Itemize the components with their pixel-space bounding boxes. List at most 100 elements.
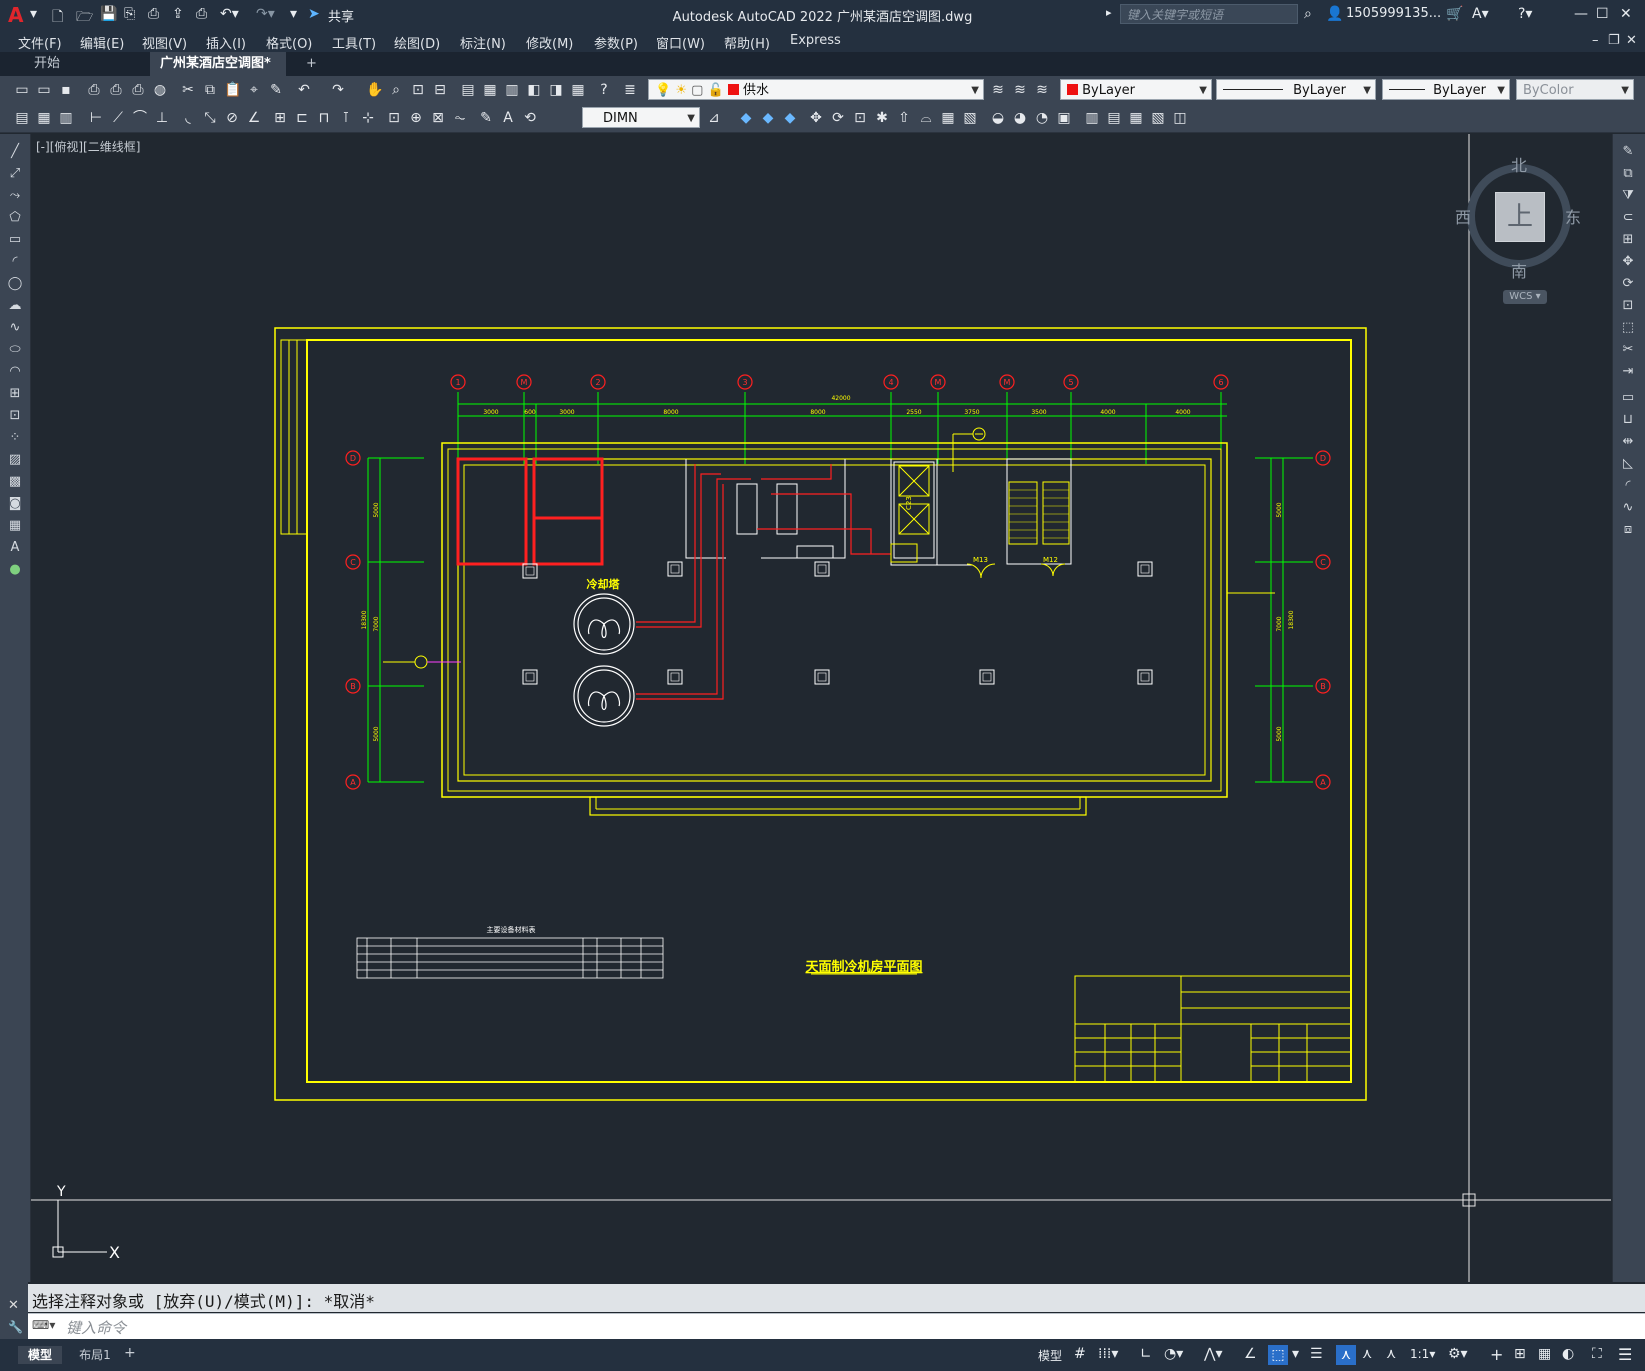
point-icon[interactable]: ⁘ (7, 430, 23, 446)
tolerance-icon[interactable]: ⊡ (386, 110, 402, 126)
polygon-icon[interactable]: ⬠ (7, 210, 23, 226)
isometric-icon[interactable]: ⋀▾ (1204, 1346, 1223, 1362)
layer-previous-icon[interactable]: ≋ (1012, 82, 1028, 98)
dimension-edit-icon[interactable]: ✎ (478, 110, 494, 126)
block-editor-icon[interactable]: ✎ (268, 82, 284, 98)
infer-constraints-icon[interactable]: ∟ (1140, 1346, 1152, 1362)
publish-icon[interactable]: ⎙ (130, 82, 146, 98)
rotate-3d-icon[interactable]: ⟳ (830, 110, 846, 126)
toolbar-help-icon[interactable]: ? (596, 82, 612, 98)
make-block-icon[interactable]: ⊡ (7, 408, 23, 424)
slice-icon[interactable]: ▧ (962, 110, 978, 126)
loft-icon[interactable]: ⌓ (918, 110, 934, 126)
section-plane-icon[interactable]: ▦ (940, 110, 956, 126)
offset-icon[interactable]: ⊂ (1620, 210, 1636, 226)
menu-express[interactable]: Express (790, 33, 841, 48)
space-dimension-icon[interactable]: ⊺ (338, 110, 354, 126)
calculator-icon[interactable]: ▦ (570, 82, 586, 98)
gizmo-icon[interactable]: ✱ (874, 110, 890, 126)
wcs-menu[interactable]: WCS ▾ (1503, 290, 1547, 304)
aligned-dimension-icon[interactable]: ⟋ (110, 110, 126, 126)
continue-dimension-icon[interactable]: ⊓ (316, 110, 332, 126)
command-settings-icon[interactable]: 🔧 (8, 1320, 23, 1334)
search-icon[interactable]: ⌕ (1304, 6, 1312, 22)
menu-view[interactable]: 视图(V) (142, 33, 187, 52)
ellipse-arc-icon[interactable]: ◠ (7, 364, 23, 380)
hatch-icon[interactable]: ▨ (7, 452, 23, 468)
isolate-objects-icon[interactable]: ◐ (1562, 1346, 1574, 1362)
dimension-style-dropdown[interactable]: DIMN ▼ (582, 107, 700, 128)
viewcube-south[interactable]: 南 (1511, 258, 1527, 282)
rectangle-icon[interactable]: ▭ (7, 232, 23, 248)
doc-close-icon[interactable]: ✕ (1626, 33, 1637, 48)
construction-line-icon[interactable]: ⤢ (7, 166, 23, 182)
osnap-dropdown-icon[interactable]: ▾ (1292, 1346, 1299, 1362)
join-icon[interactable]: ⇹ (1620, 434, 1636, 450)
fly-icon[interactable]: ▦ (1128, 110, 1144, 126)
units-icon[interactable]: ⊞ (1514, 1346, 1526, 1362)
command-close-icon[interactable]: ✕ (8, 1298, 19, 1313)
orbit-icon[interactable]: ◫ (1172, 110, 1188, 126)
jogged-linear-icon[interactable]: ⏦ (452, 110, 468, 126)
cart-icon[interactable]: 🛒 (1446, 6, 1463, 22)
scale-icon[interactable]: ⊡ (1620, 298, 1636, 314)
redo-toolbar-icon[interactable]: ↷ (330, 82, 346, 98)
undo-toolbar-icon[interactable]: ↶ (296, 82, 312, 98)
cut-icon[interactable]: ✂ (180, 82, 196, 98)
dimension-style-icon[interactable]: ⊿ (706, 110, 722, 126)
dimension-update-icon[interactable]: ⟲ (522, 110, 538, 126)
region-icon[interactable]: ◙ (7, 496, 23, 512)
command-prompt-icon[interactable]: ⌨▾ (32, 1318, 55, 1332)
zoom-window-icon[interactable]: ⊡ (410, 82, 426, 98)
blend-curves-icon[interactable]: ∿ (1620, 500, 1636, 516)
radius-dimension-icon[interactable]: ◟ (180, 110, 196, 126)
plotstyle-dropdown[interactable]: ByColor ▼ (1516, 79, 1634, 100)
gradient-icon[interactable]: ▩ (7, 474, 23, 490)
menu-help[interactable]: 帮助(H) (724, 33, 770, 52)
user-account[interactable]: 1505999135... (1346, 6, 1441, 21)
ordinate-dimension-icon[interactable]: ⊥ (154, 110, 170, 126)
autodesk-a360-icon[interactable]: A▾ (1472, 6, 1489, 22)
quick-properties-icon[interactable]: ▦ (1538, 1346, 1551, 1362)
pan-icon[interactable]: ✋ (366, 82, 383, 98)
table-icon[interactable]: ▦ (7, 518, 23, 534)
erase-icon[interactable]: ✎ (1620, 144, 1636, 160)
send-back-icon[interactable]: ▥ (58, 110, 74, 126)
search-expand-icon[interactable]: ▸ (1106, 6, 1112, 19)
viewcube-west[interactable]: 西 (1455, 204, 1471, 228)
draw-order-icon[interactable]: ▤ (14, 110, 30, 126)
tab-layout1[interactable]: 布局1 (70, 1346, 120, 1364)
arc-icon[interactable]: ◜ (7, 254, 23, 270)
linear-dimension-icon[interactable]: ⊢ (88, 110, 104, 126)
open-icon[interactable]: ▭ (36, 82, 52, 98)
menu-draw[interactable]: 绘图(D) (394, 33, 440, 52)
viewcube[interactable]: 上 北 南 东 西 (1455, 156, 1581, 281)
viewcube-north[interactable]: 北 (1511, 152, 1527, 176)
layer-properties-icon[interactable]: ≣ (622, 82, 638, 98)
break-dimension-icon[interactable]: ⊹ (360, 110, 376, 126)
doc-minimize-icon[interactable]: – (1592, 33, 1599, 48)
insert-block-icon[interactable]: ⊞ (7, 386, 23, 402)
quick-dimension-icon[interactable]: ⊞ (272, 110, 288, 126)
linetype-dropdown[interactable]: ByLayer ▼ (1216, 79, 1376, 100)
bring-front-icon[interactable]: ▦ (36, 110, 52, 126)
snap-icon[interactable]: ⁞⁞⁞▾ (1098, 1346, 1118, 1362)
render-icon[interactable]: ◒ (990, 110, 1006, 126)
explode-icon[interactable]: ⧈ (1620, 522, 1636, 538)
maximize-icon[interactable]: ☐ (1596, 6, 1609, 22)
scale-3d-icon[interactable]: ⊡ (852, 110, 868, 126)
jogged-dimension-icon[interactable]: ⤡ (202, 110, 218, 126)
annotation-scale-icon[interactable]: ⋏ (1386, 1346, 1396, 1362)
ellipse-icon[interactable]: ⬭ (7, 342, 23, 358)
rotate-icon[interactable]: ⟳ (1620, 276, 1636, 292)
markup-icon[interactable]: ◨ (548, 82, 564, 98)
make-current-layer-icon[interactable]: ≋ (990, 82, 1006, 98)
grid-icon[interactable]: # (1074, 1346, 1086, 1362)
auto-scale-icon[interactable]: ⋏ (1362, 1346, 1372, 1362)
menu-file[interactable]: 文件(F) (18, 33, 62, 52)
lineweight-dropdown[interactable]: ByLayer ▼ (1382, 79, 1510, 100)
chamfer-icon[interactable]: ◺ (1620, 456, 1636, 472)
baseline-dimension-icon[interactable]: ⊏ (294, 110, 310, 126)
color-dropdown[interactable]: ByLayer ▼ (1060, 79, 1212, 100)
object-snap-tracking-icon[interactable]: ∠ (1244, 1346, 1257, 1362)
